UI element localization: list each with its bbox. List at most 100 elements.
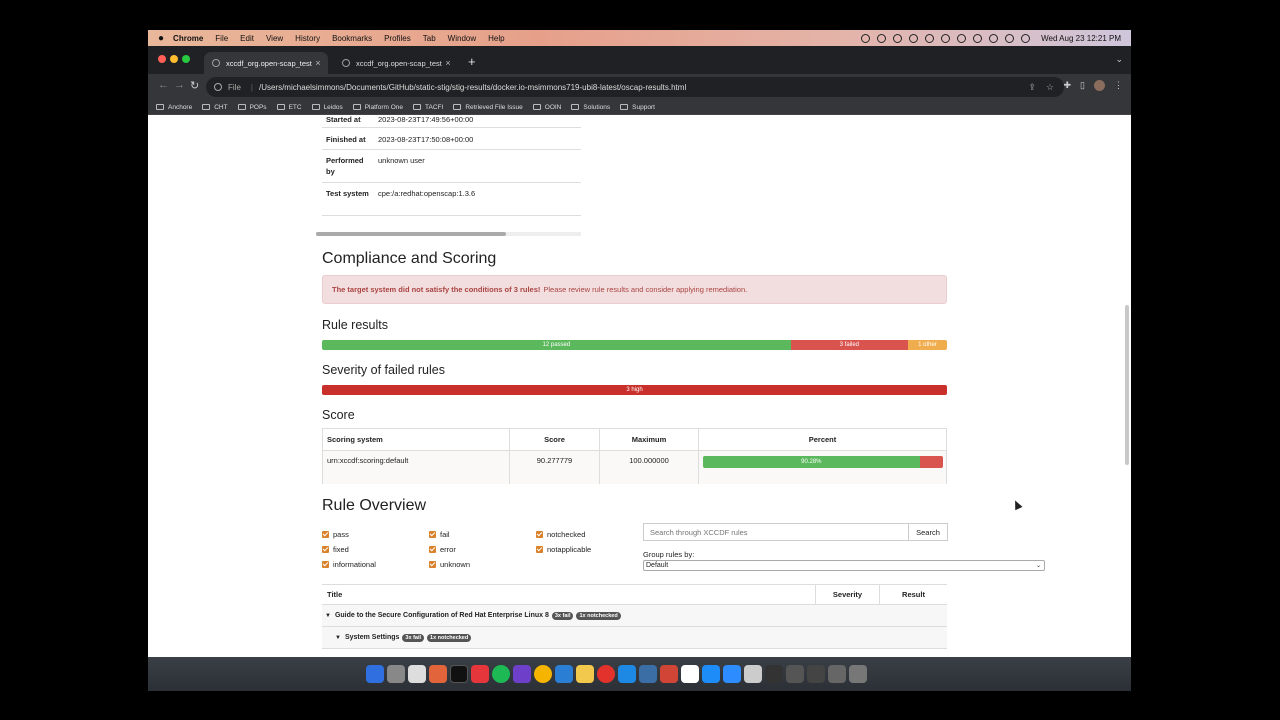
forward-icon[interactable]: → bbox=[174, 79, 185, 91]
close-window-button[interactable] bbox=[158, 55, 166, 63]
window-icon[interactable] bbox=[828, 665, 846, 683]
apple-icon[interactable]: ● bbox=[158, 33, 164, 44]
back-icon[interactable]: ← bbox=[158, 79, 169, 91]
menu-tab[interactable]: Tab bbox=[423, 34, 436, 43]
extensions-icon[interactable]: ✚ bbox=[1064, 80, 1072, 91]
url-text[interactable]: /Users/michaelsimmons/Documents/GitHub/s… bbox=[259, 83, 686, 92]
tab-second[interactable]: xccdf_org.open-scap_testres × bbox=[334, 52, 458, 74]
menu-help[interactable]: Help bbox=[488, 34, 504, 43]
menu-bookmarks[interactable]: Bookmarks bbox=[332, 34, 372, 43]
checkbox-checked-icon[interactable] bbox=[429, 531, 436, 538]
checkbox-checked-icon[interactable] bbox=[322, 561, 329, 568]
checkbox-checked-icon[interactable] bbox=[429, 546, 436, 553]
menu-window[interactable]: Window bbox=[448, 34, 476, 43]
tab-active[interactable]: xccdf_org.open-scap_testres × bbox=[204, 52, 328, 74]
checkbox-checked-icon[interactable] bbox=[322, 531, 329, 538]
scrollbar-thumb[interactable] bbox=[316, 232, 506, 236]
menu-file[interactable]: File bbox=[215, 34, 228, 43]
zoom-icon[interactable] bbox=[723, 665, 741, 683]
filter-pass[interactable]: pass bbox=[322, 530, 349, 539]
bookmark-ooin[interactable]: OOIN bbox=[532, 104, 561, 111]
bookmark-leidos[interactable]: Leidos bbox=[311, 104, 343, 111]
app-icon[interactable] bbox=[660, 665, 678, 683]
new-tab-button[interactable]: + bbox=[468, 55, 476, 69]
bookmark-solutions[interactable]: Solutions bbox=[571, 104, 610, 111]
docker-icon[interactable] bbox=[702, 665, 720, 683]
info-icon[interactable] bbox=[214, 83, 222, 91]
play-icon[interactable] bbox=[941, 33, 951, 43]
filter-notchecked[interactable]: notchecked bbox=[536, 530, 585, 539]
filter-error[interactable]: error bbox=[429, 545, 456, 554]
app-icon[interactable] bbox=[618, 665, 636, 683]
status-icon[interactable] bbox=[861, 33, 871, 43]
checkbox-checked-icon[interactable] bbox=[322, 546, 329, 553]
address-bar[interactable]: File | /Users/michaelsimmons/Documents/G… bbox=[206, 77, 1064, 97]
minimize-window-button[interactable] bbox=[170, 55, 178, 63]
sidebar-icon[interactable]: ▯ bbox=[1080, 80, 1085, 91]
avatar[interactable] bbox=[1094, 80, 1105, 91]
filter-fail[interactable]: fail bbox=[429, 530, 450, 539]
search-input[interactable] bbox=[643, 523, 909, 541]
checkbox-checked-icon[interactable] bbox=[429, 561, 436, 568]
caret-down-icon[interactable]: ▼ bbox=[335, 635, 341, 641]
terminal-icon[interactable] bbox=[450, 665, 468, 683]
close-icon[interactable]: × bbox=[312, 58, 324, 68]
window-icon[interactable] bbox=[807, 665, 825, 683]
slack-icon[interactable] bbox=[471, 665, 489, 683]
filter-unknown[interactable]: unknown bbox=[429, 560, 470, 569]
bookmark-etc[interactable]: ETC bbox=[276, 104, 302, 111]
spotify-icon[interactable] bbox=[909, 33, 919, 43]
menu-chrome[interactable]: Chrome bbox=[173, 34, 203, 43]
focus-icon[interactable] bbox=[925, 33, 935, 43]
bookmark-tacfi[interactable]: TACFI bbox=[413, 104, 443, 111]
github-icon[interactable] bbox=[513, 665, 531, 683]
firefox-icon[interactable] bbox=[429, 665, 447, 683]
status-icon[interactable] bbox=[893, 33, 903, 43]
group-row[interactable]: ▼ System Settings 3x fail 1x notchecked bbox=[322, 627, 947, 649]
menu-view[interactable]: View bbox=[266, 34, 283, 43]
caret-down-icon[interactable]: ▼ bbox=[325, 613, 331, 619]
chevron-down-icon[interactable]: ⌄ bbox=[1115, 54, 1123, 65]
vertical-scrollbar[interactable] bbox=[1125, 305, 1129, 465]
chrome-icon[interactable] bbox=[534, 665, 552, 683]
finder-icon[interactable] bbox=[366, 665, 384, 683]
filter-informational[interactable]: informational bbox=[322, 560, 376, 569]
bookmark-support[interactable]: Support bbox=[620, 104, 655, 111]
bookmark-platform-one[interactable]: Platform One bbox=[352, 104, 403, 111]
filter-fixed[interactable]: fixed bbox=[322, 545, 349, 554]
checkbox-checked-icon[interactable] bbox=[536, 531, 543, 538]
vscode-icon[interactable] bbox=[555, 665, 573, 683]
trash-icon[interactable] bbox=[849, 665, 867, 683]
app-icon[interactable] bbox=[597, 665, 615, 683]
menu-history[interactable]: History bbox=[295, 34, 320, 43]
bookmark-cht[interactable]: CHT bbox=[202, 104, 228, 111]
star-icon[interactable]: ☆ bbox=[1046, 82, 1054, 93]
folder-icon[interactable] bbox=[576, 665, 594, 683]
search-button[interactable]: Search bbox=[909, 523, 948, 541]
battery-icon[interactable] bbox=[973, 33, 983, 43]
window-icon[interactable] bbox=[765, 665, 783, 683]
zoom-window-button[interactable] bbox=[182, 55, 190, 63]
share-icon[interactable]: ⇪ bbox=[1028, 82, 1036, 93]
wifi-icon[interactable] bbox=[989, 33, 999, 43]
bookmark-anchore[interactable]: Anchore bbox=[156, 104, 192, 111]
notes-icon[interactable] bbox=[408, 665, 426, 683]
bookmark-pops[interactable]: POPs bbox=[237, 104, 267, 111]
bluetooth-icon[interactable] bbox=[957, 33, 967, 43]
horizontal-scrollbar[interactable] bbox=[316, 232, 581, 236]
status-icon[interactable] bbox=[877, 33, 887, 43]
window-icon[interactable] bbox=[786, 665, 804, 683]
group-by-select[interactable]: Default ⌄ bbox=[643, 560, 1045, 571]
more-icon[interactable]: ⋮ bbox=[1114, 80, 1123, 91]
group-row[interactable]: ▼ Guide to the Secure Configuration of R… bbox=[322, 605, 947, 627]
menu-clock[interactable]: Wed Aug 23 12:21 PM bbox=[1041, 34, 1121, 43]
reload-icon[interactable]: ↻ bbox=[190, 79, 199, 92]
notion-icon[interactable] bbox=[681, 665, 699, 683]
menu-edit[interactable]: Edit bbox=[240, 34, 254, 43]
menu-profiles[interactable]: Profiles bbox=[384, 34, 411, 43]
app-icon[interactable] bbox=[639, 665, 657, 683]
bookmark-retrieved-file-issue[interactable]: Retrieved File Issue bbox=[453, 104, 523, 111]
checkbox-checked-icon[interactable] bbox=[536, 546, 543, 553]
spotify-icon[interactable] bbox=[492, 665, 510, 683]
filter-notapplicable[interactable]: notapplicable bbox=[536, 545, 591, 554]
